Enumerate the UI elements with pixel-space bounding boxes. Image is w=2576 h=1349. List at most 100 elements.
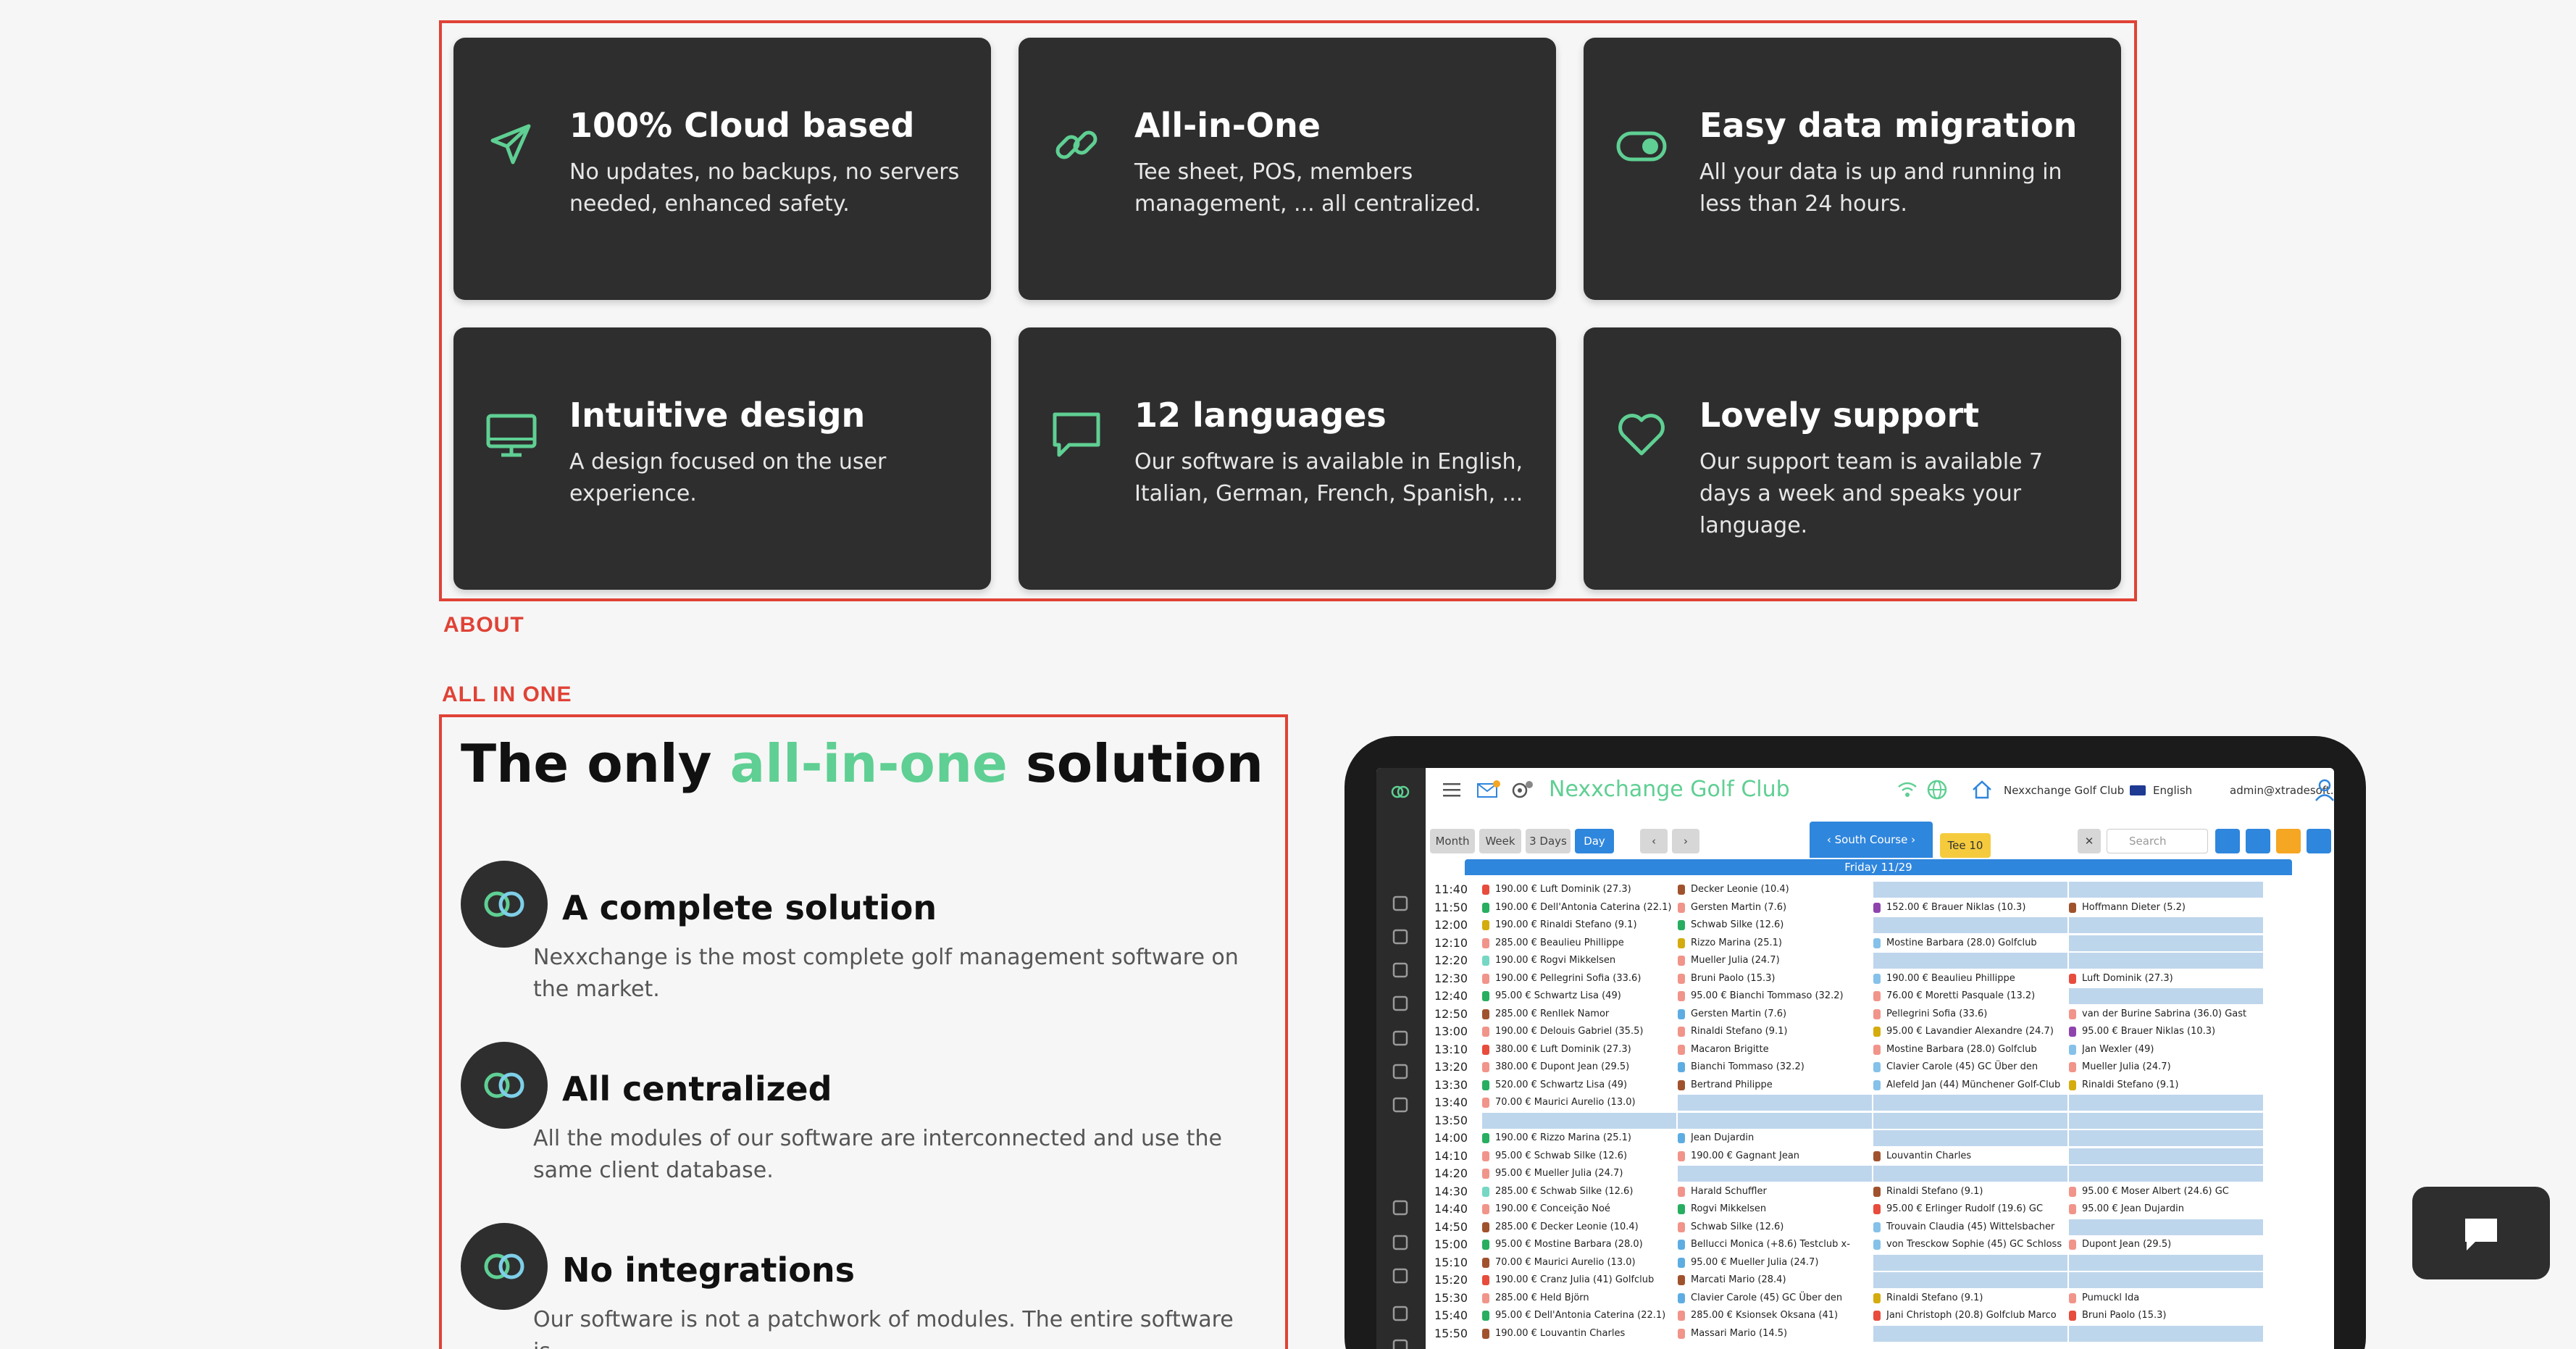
empty-slot[interactable] <box>1873 1272 2067 1288</box>
print-button[interactable] <box>2307 829 2331 853</box>
booking-cell[interactable]: Bruni Paolo (15.3) <box>2069 1308 2263 1324</box>
booking-cell[interactable]: 95.00 € Schwartz Lisa (49) <box>1482 988 1676 1004</box>
booking-cell[interactable]: Bertrand Philippe <box>1678 1077 1872 1093</box>
tee-time-row[interactable]: 11:50 190.00 € Dell'Antonia Caterina (22.… <box>1376 899 2285 916</box>
booking-cell[interactable]: Rinaldi Stefano (9.1) <box>1678 1024 1872 1040</box>
booking-cell[interactable]: 190.00 € Rogvi Mikkelsen <box>1482 953 1676 969</box>
booking-cell[interactable]: Mueller Julia (24.7) <box>2069 1059 2263 1075</box>
booking-cell[interactable]: 95.00 € Dell'Antonia Caterina (22.1) <box>1482 1308 1676 1324</box>
booking-cell[interactable]: 190.00 € Cranz Julia (41) Golfclub <box>1482 1272 1676 1288</box>
booking-cell[interactable]: 95.00 € Lavandier Alexandre (24.7) <box>1873 1024 2067 1040</box>
empty-slot[interactable] <box>2069 1325 2263 1342</box>
booking-cell[interactable]: Rizzo Marina (25.1) <box>1678 935 1872 951</box>
booking-cell[interactable]: Alefeld Jan (44) Münchener Golf-Club <box>1873 1077 2067 1093</box>
booking-cell[interactable]: 285.00 € Held Björn <box>1482 1290 1676 1306</box>
booking-cell[interactable]: 190.00 € Rinaldi Stefano (9.1) <box>1482 917 1676 933</box>
booking-cell[interactable]: Bellucci Monica (+8.6) Testclub x- <box>1678 1237 1872 1253</box>
booking-cell[interactable]: 285.00 € Renllek Namor <box>1482 1006 1676 1022</box>
booking-cell[interactable]: 380.00 € Dupont Jean (29.5) <box>1482 1059 1676 1075</box>
booking-cell[interactable]: Rinaldi Stefano (9.1) <box>1873 1290 2067 1306</box>
empty-slot[interactable] <box>2069 1130 2263 1146</box>
tee-time-row[interactable]: 13:30 520.00 € Schwartz Lisa (49) Bertrand… <box>1376 1077 2285 1094</box>
refresh-button[interactable] <box>2246 829 2270 853</box>
view-day-button[interactable]: Day <box>1575 829 1614 853</box>
user-icon[interactable] <box>2314 777 2334 803</box>
booking-cell[interactable]: von Tresckow Sophie (45) GC Schloss <box>1873 1237 2067 1253</box>
empty-slot[interactable] <box>2069 1219 2263 1235</box>
tee-time-row[interactable]: 15:10 70.00 € Maurici Aurelio (13.0) 95.00… <box>1376 1254 2285 1271</box>
tee-time-row[interactable]: 12:30 190.00 € Pellegrini Sofia (33.6) Bru… <box>1376 970 2285 987</box>
booking-cell[interactable]: 76.00 € Moretti Pasquale (13.2) <box>1873 988 2067 1004</box>
search-input[interactable]: Search <box>2107 829 2208 853</box>
booking-cell[interactable]: 95.00 € Moser Albert (24.6) GC <box>2069 1184 2263 1200</box>
booking-cell[interactable]: 70.00 € Maurici Aurelio (13.0) <box>1482 1255 1676 1271</box>
empty-slot[interactable] <box>1873 1325 2067 1342</box>
tee-time-row[interactable]: 13:10 380.00 € Luft Dominik (27.3) Macaron… <box>1376 1041 2285 1058</box>
booking-cell[interactable]: Jean Dujardin <box>1678 1130 1872 1146</box>
booking-cell[interactable]: 95.00 € Mueller Julia (24.7) <box>1678 1255 1872 1271</box>
booking-cell[interactable]: Trouvain Claudia (45) Wittelsbacher <box>1873 1219 2067 1235</box>
booking-cell[interactable]: 190.00 € Beaulieu Phillippe <box>1873 971 2067 987</box>
empty-slot[interactable] <box>1873 1166 2067 1182</box>
mail-icon[interactable] <box>1476 780 1501 800</box>
globe-icon[interactable] <box>1925 778 1949 801</box>
booking-cell[interactable]: 190.00 € Pellegrini Sofia (33.6) <box>1482 971 1676 987</box>
booking-cell[interactable]: 95.00 € Mostine Barbara (28.0) <box>1482 1237 1676 1253</box>
tee-time-row[interactable]: 15:00 95.00 € Mostine Barbara (28.0) Bellu… <box>1376 1236 2285 1253</box>
course-tab[interactable]: ‹ South Course › <box>1810 822 1933 858</box>
booking-cell[interactable]: Mostine Barbara (28.0) Golfclub <box>1873 935 2067 951</box>
booking-cell[interactable]: Schwab Silke (12.6) <box>1678 917 1872 933</box>
booking-cell[interactable]: 70.00 € Maurici Aurelio (13.0) <box>1482 1095 1676 1111</box>
tee-time-row[interactable]: 12:40 95.00 € Schwartz Lisa (49) 95.00 € B… <box>1376 987 2285 1005</box>
view-3days-button[interactable]: 3 Days <box>1526 829 1571 853</box>
empty-slot[interactable] <box>1873 1130 2067 1146</box>
booking-cell[interactable]: 190.00 € Dell'Antonia Caterina (22.1) <box>1482 900 1676 916</box>
empty-slot[interactable] <box>1873 953 2067 969</box>
menu-icon[interactable] <box>1443 781 1462 798</box>
empty-slot[interactable] <box>1873 917 2067 933</box>
empty-slot[interactable] <box>2069 935 2263 951</box>
tee-time-row[interactable]: 12:20 190.00 € Rogvi Mikkelsen Mueller Jul… <box>1376 952 2285 969</box>
tee-time-row[interactable]: 12:50 285.00 € Renllek Namor Gersten Marti… <box>1376 1006 2285 1023</box>
booking-cell[interactable]: 95.00 € Mueller Julia (24.7) <box>1482 1166 1676 1182</box>
booking-cell[interactable]: Mueller Julia (24.7) <box>1678 953 1872 969</box>
tee-time-row[interactable]: 14:50 285.00 € Decker Leonie (10.4) Schwab… <box>1376 1219 2285 1236</box>
booking-cell[interactable]: Gersten Martin (7.6) <box>1678 900 1872 916</box>
search-button[interactable] <box>2215 829 2240 853</box>
booking-cell[interactable]: 380.00 € Luft Dominik (27.3) <box>1482 1042 1676 1058</box>
empty-slot[interactable] <box>2069 1272 2263 1288</box>
booking-cell[interactable]: 285.00 € Decker Leonie (10.4) <box>1482 1219 1676 1235</box>
next-day-button[interactable]: › <box>1672 829 1699 853</box>
language-label[interactable]: English <box>2153 784 2192 797</box>
empty-slot[interactable] <box>2069 1254 2263 1271</box>
empty-slot[interactable] <box>2069 988 2263 1004</box>
booking-cell[interactable]: Jan Wexler (49) <box>2069 1042 2263 1058</box>
booking-cell[interactable]: Clavier Carole (45) GC Über den <box>1678 1290 1872 1306</box>
booking-cell[interactable]: 190.00 € Luft Dominik (27.3) <box>1482 882 1676 898</box>
booking-cell[interactable]: Dupont Jean (29.5) <box>2069 1237 2263 1253</box>
empty-slot[interactable] <box>1678 1112 1872 1129</box>
empty-slot[interactable] <box>1678 1095 1872 1111</box>
empty-slot[interactable] <box>2069 1095 2263 1111</box>
booking-cell[interactable]: Rinaldi Stefano (9.1) <box>1873 1184 2067 1200</box>
booking-cell[interactable]: 520.00 € Schwartz Lisa (49) <box>1482 1077 1676 1093</box>
booking-cell[interactable]: 190.00 € Rizzo Marina (25.1) <box>1482 1130 1676 1146</box>
booking-cell[interactable]: Rinaldi Stefano (9.1) <box>2069 1077 2263 1093</box>
booking-cell[interactable]: Schwab Silke (12.6) <box>1678 1219 1872 1235</box>
booking-cell[interactable]: Mostine Barbara (28.0) Golfclub <box>1873 1042 2067 1058</box>
booking-cell[interactable]: 190.00 € Delouis Gabriel (35.5) <box>1482 1024 1676 1040</box>
tee-time-row[interactable]: 12:00 190.00 € Rinaldi Stefano (9.1) Schwa… <box>1376 916 2285 934</box>
booking-cell[interactable]: Decker Leonie (10.4) <box>1678 882 1872 898</box>
empty-slot[interactable] <box>2069 917 2263 933</box>
booking-cell[interactable]: 152.00 € Brauer Niklas (10.3) <box>1873 900 2067 916</box>
empty-slot[interactable] <box>2069 882 2263 898</box>
booking-cell[interactable]: 95.00 € Brauer Niklas (10.3) <box>2069 1024 2263 1040</box>
booking-cell[interactable]: Bruni Paolo (15.3) <box>1678 971 1872 987</box>
booking-cell[interactable]: Clavier Carole (45) GC Über den <box>1873 1059 2067 1075</box>
settings-button[interactable] <box>2276 829 2301 853</box>
home-icon[interactable] <box>1970 778 1994 801</box>
booking-cell[interactable]: 190.00 € Gagnant Jean <box>1678 1148 1872 1164</box>
tee-time-row[interactable]: 15:20 190.00 € Cranz Julia (41) Golfclub M… <box>1376 1271 2285 1289</box>
booking-cell[interactable]: Marcati Mario (28.4) <box>1678 1272 1872 1288</box>
booking-cell[interactable]: 95.00 € Jean Dujardin <box>2069 1201 2263 1217</box>
